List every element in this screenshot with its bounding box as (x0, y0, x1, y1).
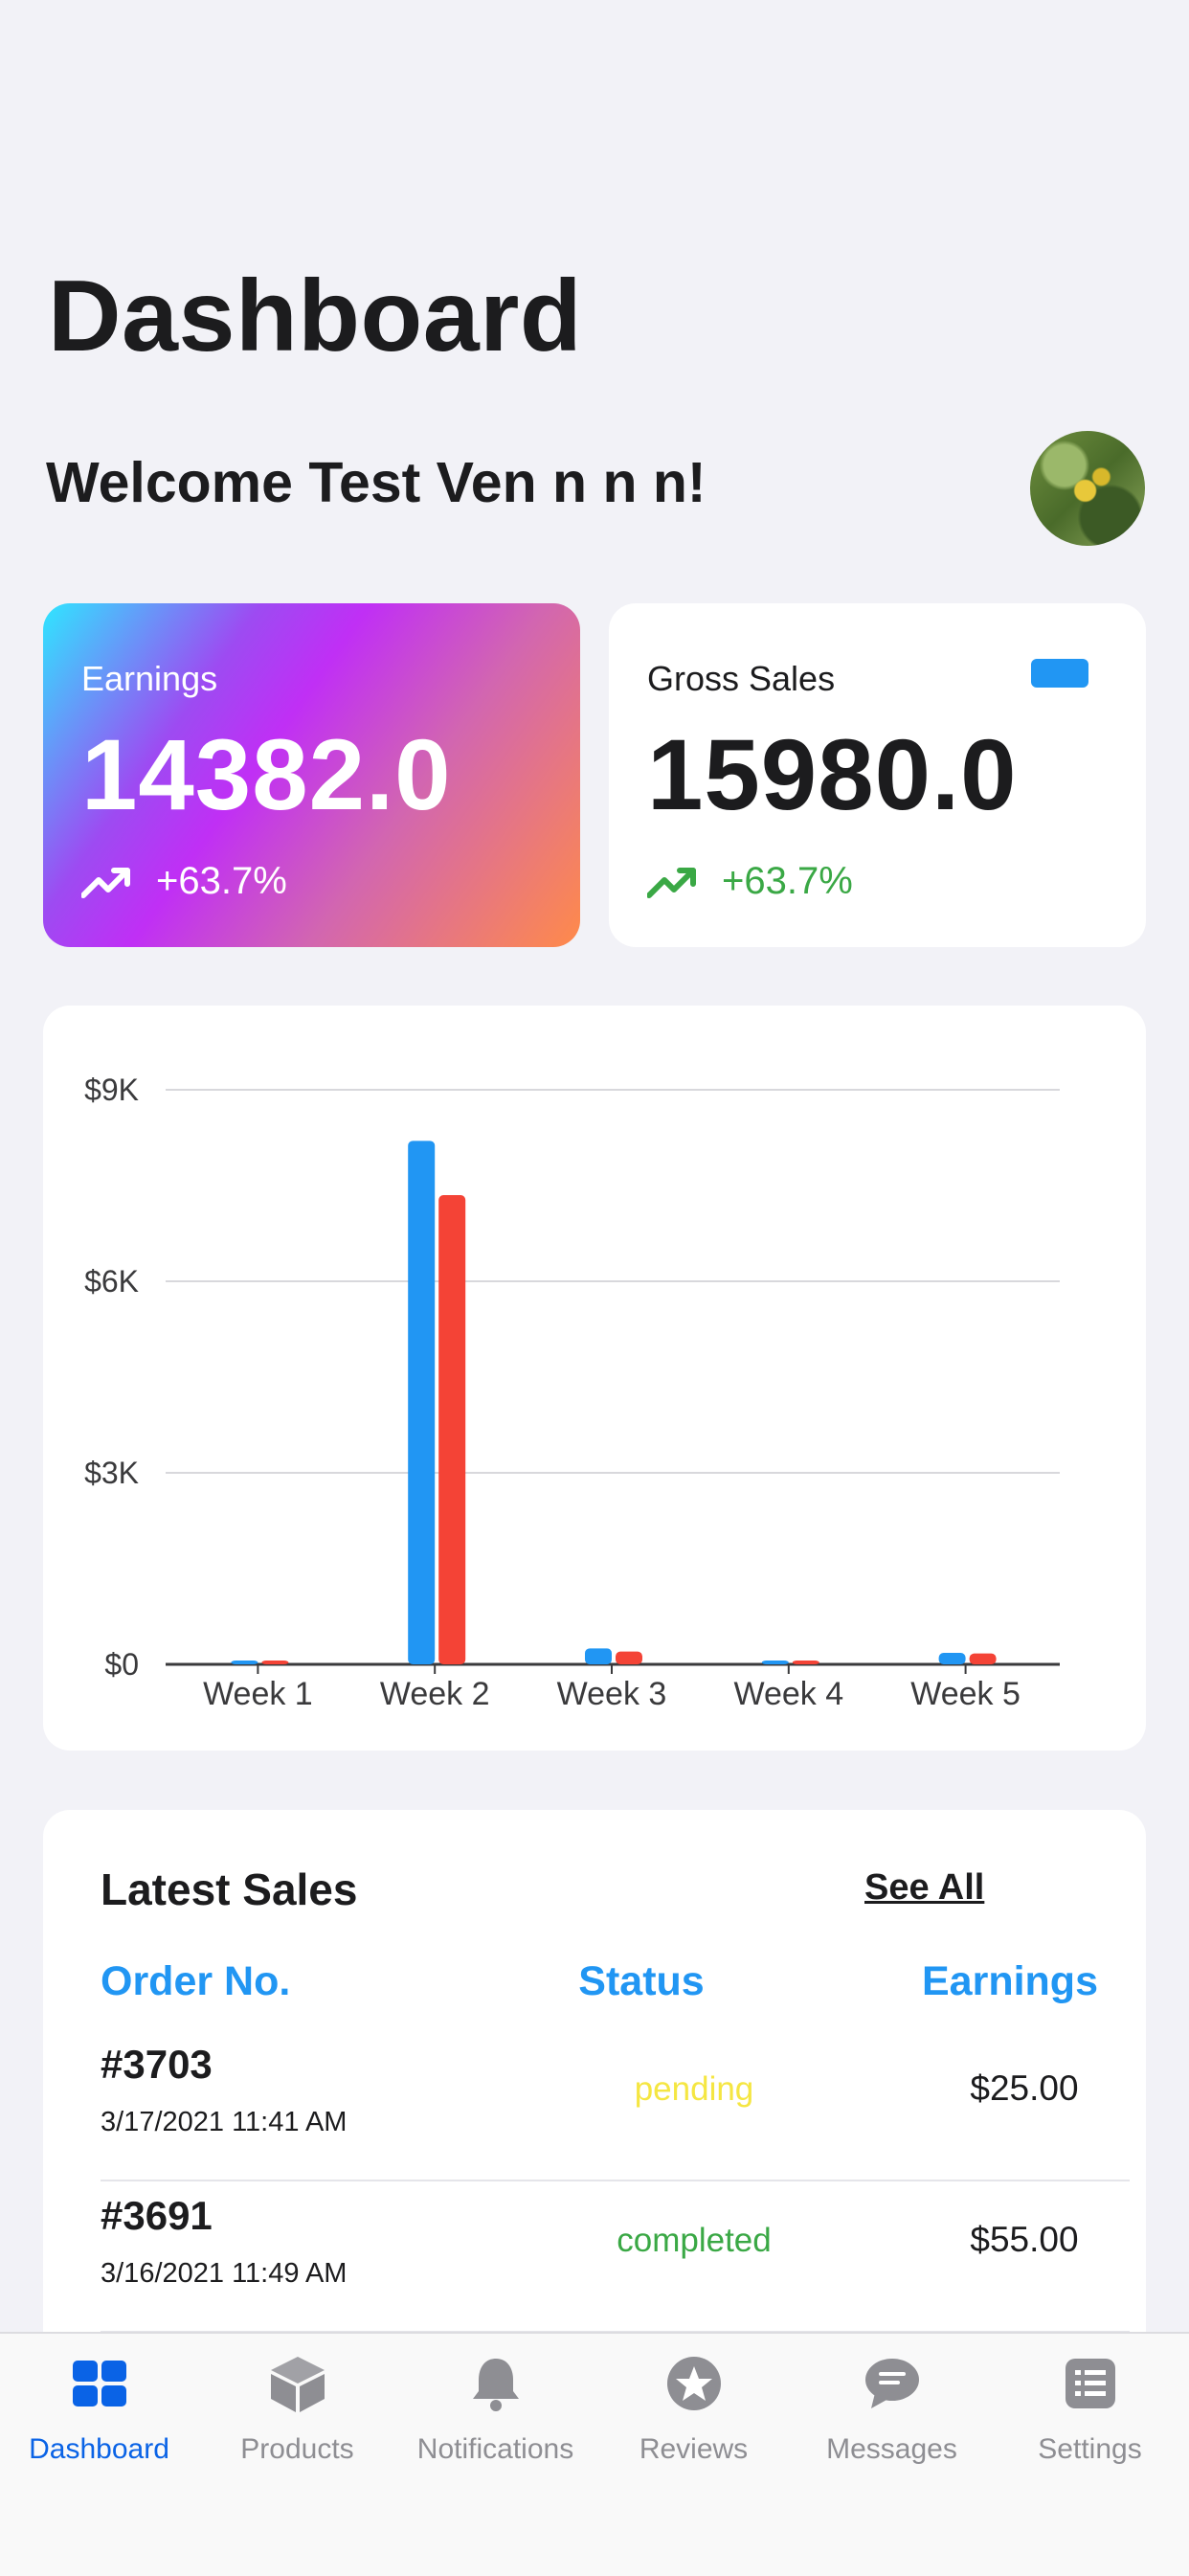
legend-swatch (1031, 659, 1088, 688)
gross-sales-card: Gross Sales 15980.0 +63.7% (609, 603, 1146, 947)
order-earnings: $55.00 (970, 2220, 1079, 2259)
chat-icon (865, 2359, 919, 2408)
table-row[interactable]: #3703 3/17/2021 11:41 AM pending $25.00 (101, 2030, 1130, 2181)
page-title: Dashboard (48, 260, 583, 373)
dashboard-icon (73, 2361, 126, 2407)
x-tick-label: Week 3 (557, 1676, 667, 1712)
avatar[interactable] (1030, 431, 1145, 546)
see-all-link[interactable]: See All (864, 1867, 984, 1909)
x-tick-label: Week 1 (203, 1676, 313, 1712)
x-tick-label: Week 4 (733, 1676, 843, 1712)
earnings-card: Earnings 14382.0 +63.7% (43, 603, 580, 947)
tab-label: Notifications (416, 2433, 574, 2465)
sales-chart-card: $0 $3K $6K $9K Week 1 Week 2 Week 3 Week 4 Week … (43, 1006, 1146, 1751)
trending-up-icon (647, 867, 696, 898)
order-date: 3/17/2021 11:41 AM (101, 2107, 348, 2137)
tab-reviews[interactable]: Reviews (594, 2334, 793, 2525)
column-header-status: Status (578, 1958, 705, 2004)
tab-settings[interactable]: Settings (991, 2334, 1189, 2525)
latest-sales-title: Latest Sales (101, 1864, 358, 1914)
column-header-order: Order No. (101, 1958, 291, 2004)
bell-icon (473, 2359, 519, 2411)
x-tick-label: Week 2 (380, 1676, 490, 1712)
tab-label: Reviews (639, 2433, 749, 2465)
order-number: #3691 (101, 2193, 213, 2238)
bar[interactable] (438, 1195, 466, 1664)
gross-sales-trend: +63.7% (647, 860, 853, 903)
order-status: completed (617, 2222, 772, 2259)
bar[interactable] (261, 1661, 289, 1664)
trending-up-icon (81, 867, 130, 898)
order-earnings: $25.00 (970, 2068, 1079, 2108)
bar[interactable] (969, 1653, 997, 1664)
y-tick-label: $3K (84, 1456, 139, 1490)
bar[interactable] (616, 1651, 642, 1664)
bar[interactable] (231, 1661, 258, 1664)
tab-label: Dashboard (29, 2433, 169, 2465)
bar[interactable] (792, 1661, 819, 1664)
tab-label: Messages (826, 2433, 957, 2465)
bar[interactable] (585, 1648, 612, 1664)
box-icon (271, 2357, 325, 2412)
earnings-trend-value: +63.7% (156, 860, 287, 902)
welcome-message: Welcome Test Ven n n n! (46, 451, 707, 514)
tab-messages[interactable]: Messages (793, 2334, 991, 2525)
order-status: pending (634, 2070, 754, 2108)
earnings-trend: +63.7% (81, 860, 287, 903)
sales-bar-chart: $0 $3K $6K $9K Week 1 Week 2 Week 3 Week 4 Week … (84, 1073, 1060, 1712)
list-icon (1066, 2359, 1115, 2408)
earnings-label: Earnings (81, 659, 218, 698)
tab-notifications[interactable]: Notifications (396, 2334, 594, 2525)
gross-sales-label: Gross Sales (647, 659, 836, 698)
y-tick-label: $9K (84, 1073, 139, 1107)
gross-sales-trend-value: +63.7% (722, 860, 853, 902)
tab-label: Products (240, 2433, 354, 2465)
tab-dashboard[interactable]: Dashboard (0, 2334, 198, 2525)
bar[interactable] (408, 1141, 436, 1664)
y-tick-label: $0 (104, 1647, 139, 1682)
y-tick-label: $6K (84, 1264, 139, 1299)
column-header-earnings: Earnings (922, 1958, 1098, 2004)
star-icon (667, 2357, 721, 2410)
order-date: 3/16/2021 11:49 AM (101, 2258, 348, 2289)
gross-sales-value: 15980.0 (647, 719, 1018, 831)
table-row[interactable]: #3691 3/16/2021 11:49 AM completed $55.0… (101, 2181, 1130, 2333)
tab-products[interactable]: Products (198, 2334, 396, 2525)
bar[interactable] (938, 1653, 966, 1664)
tab-bar: Dashboard Products Notifications Reviews… (0, 2332, 1189, 2576)
earnings-value: 14382.0 (81, 719, 452, 831)
order-number: #3703 (101, 2042, 213, 2087)
tab-label: Settings (1038, 2433, 1142, 2465)
bar[interactable] (761, 1661, 789, 1664)
x-tick-label: Week 5 (910, 1676, 1021, 1712)
